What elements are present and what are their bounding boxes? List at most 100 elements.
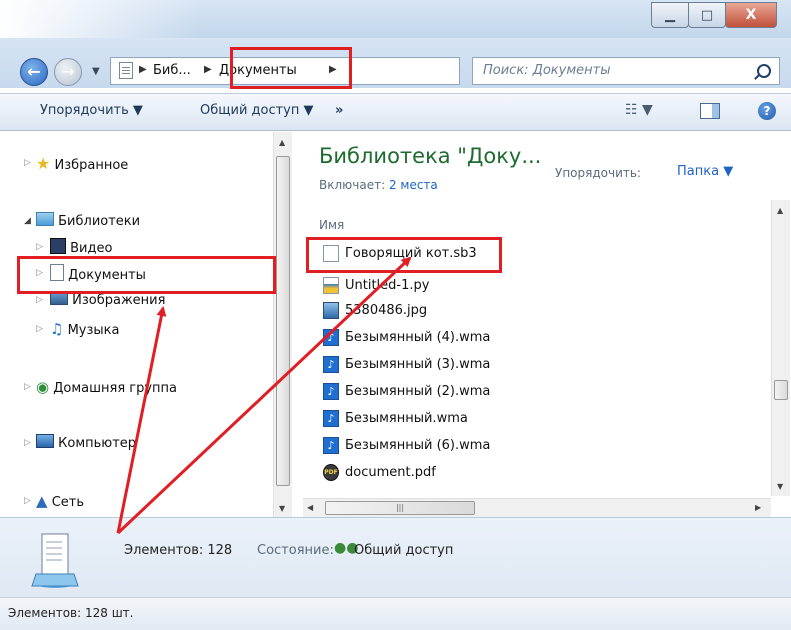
sidebar-item-label: Компьютер [58, 436, 137, 451]
includes-label: Включает: [319, 178, 389, 192]
file-name: Untitled-1.py [345, 278, 430, 293]
preview-pane-icon[interactable] [700, 103, 720, 119]
forward-button[interactable]: → [54, 58, 82, 86]
expand-arrow-icon[interactable]: ▷ [36, 324, 43, 334]
more-commands-button[interactable]: » [335, 103, 343, 118]
scroll-thumb[interactable] [774, 380, 788, 400]
documents-icon [119, 62, 133, 79]
minimize-button[interactable]: ▁ [651, 2, 689, 28]
expand-arrow-icon[interactable]: ▷ [24, 438, 31, 448]
column-header-name[interactable]: Имя [319, 218, 344, 232]
audio-file-icon: ♪ [323, 410, 339, 427]
blank-file-icon [323, 245, 339, 262]
chevron-right-icon[interactable]: ▶ [139, 64, 147, 75]
navigation-scrollbar[interactable]: ▲ ▼ [273, 132, 292, 518]
file-list-vertical-scrollbar[interactable]: ▲ ▼ [771, 200, 790, 496]
file-name: 5380486.jpg [345, 303, 428, 318]
status-text: Элементов: 128 шт. [8, 606, 134, 620]
file-name: Безымянный (3).wma [345, 357, 491, 372]
file-list-pane: Библиотека "Доку... Включает: 2 места Уп… [303, 132, 791, 518]
back-button[interactable]: ← [20, 58, 48, 86]
image-file-icon [323, 302, 339, 319]
sidebar-item-images[interactable]: Изображения [50, 291, 165, 308]
expand-arrow-icon[interactable]: ▷ [36, 268, 43, 278]
sidebar-item-computer[interactable]: Компьютер [36, 434, 136, 451]
audio-file-icon: ♪ [323, 437, 339, 454]
sidebar-item-video[interactable]: Видео [50, 238, 112, 256]
sidebar-item-music[interactable]: ♫ Музыка [50, 320, 120, 338]
breadcrumb-documents[interactable]: Документы [219, 63, 297, 78]
file-name: document.pdf [345, 465, 436, 480]
details-state-label: Состояние: [257, 543, 334, 558]
explorer-window: ▁ □ X ← → ▼ ▶ Биб... ▶ Документы ▶ ▼ ⇄ У… [0, 0, 791, 630]
share-button[interactable]: Общий доступ ▼ [200, 103, 314, 118]
library-title: Библиотека "Доку... [319, 144, 542, 168]
scroll-down-icon[interactable]: ▼ [279, 504, 285, 513]
python-file-icon [323, 277, 339, 294]
libraries-icon [36, 212, 54, 226]
title-bar: ▁ □ X [0, 0, 791, 38]
view-options-icon[interactable]: ☷ ▼ [625, 102, 653, 118]
library-includes: Включает: 2 места [319, 178, 438, 192]
chevron-right-icon[interactable]: ▶ [329, 64, 337, 75]
documents-icon [50, 264, 64, 281]
sidebar-item-label: Домашняя группа [53, 381, 178, 396]
expand-arrow-icon[interactable]: ▷ [24, 382, 31, 392]
music-icon: ♫ [50, 320, 64, 338]
audio-file-icon: ♪ [323, 356, 339, 373]
details-state-value: Общий доступ [354, 543, 454, 558]
file-name: Безымянный (2).wma [345, 384, 491, 399]
scroll-right-icon[interactable]: ▶ [755, 503, 761, 512]
navigation-pane: ▷ ★ Избранное ◢ Библиотеки ▷ Видео ▷ Док… [14, 132, 292, 512]
window-controls: ▁ □ X [651, 2, 777, 28]
chevron-right-icon[interactable]: ▶ [204, 64, 212, 75]
file-name: Безымянный (4).wma [345, 330, 491, 345]
arrange-by-dropdown[interactable]: Папка ▼ [677, 164, 733, 179]
address-bar[interactable]: ▶ Биб... ▶ Документы ▶ ▼ ⇄ [110, 57, 549, 85]
file-name: Говорящий кот.sb3 [345, 246, 477, 261]
audio-file-icon: ♪ [323, 383, 339, 400]
sidebar-item-label: Библиотеки [58, 214, 141, 229]
network-icon: ▲ [36, 492, 48, 510]
documents-library-icon [28, 530, 82, 592]
recent-pages-icon[interactable]: ▼ [92, 66, 100, 77]
file-name: Безымянный.wma [345, 411, 468, 426]
help-icon[interactable]: ? [758, 102, 776, 120]
sidebar-item-libraries[interactable]: Библиотеки [36, 212, 140, 229]
expand-arrow-icon[interactable]: ▷ [24, 158, 31, 168]
expand-arrow-icon[interactable]: ▷ [36, 242, 43, 252]
file-name: Безымянный (6).wma [345, 438, 491, 453]
sidebar-item-network[interactable]: ▲ Сеть [36, 492, 84, 510]
audio-file-icon: ♪ [323, 329, 339, 346]
pdf-file-icon: PDF [323, 464, 339, 481]
homegroup-icon: ◉ [36, 378, 50, 396]
images-icon [50, 291, 68, 305]
details-item-count: Элементов: 128 [124, 543, 233, 558]
details-pane: Элементов: 128 Состояние: ●● Общий досту… [0, 517, 791, 598]
sidebar-item-label: Видео [70, 241, 113, 256]
sidebar-item-favorites[interactable]: ★ Избранное [36, 154, 128, 173]
sidebar-item-label: Изображения [72, 293, 166, 308]
sidebar-item-documents[interactable]: Документы [50, 264, 146, 283]
scroll-left-icon[interactable]: ◀ [307, 503, 313, 512]
breadcrumb-libraries[interactable]: Биб... [153, 63, 191, 78]
search-input[interactable] [481, 62, 745, 79]
search-icon[interactable] [757, 64, 771, 78]
close-button[interactable]: X [725, 2, 777, 28]
sidebar-item-homegroup[interactable]: ◉ Домашняя группа [36, 378, 177, 396]
organize-button[interactable]: Упорядочить ▼ [40, 103, 143, 118]
includes-link[interactable]: 2 места [389, 178, 438, 192]
scroll-thumb[interactable]: ||| [325, 501, 475, 515]
file-list-horizontal-scrollbar[interactable]: ◀ ||| ▶ [303, 498, 771, 517]
video-icon [50, 238, 66, 254]
collapse-arrow-icon[interactable]: ◢ [24, 216, 31, 226]
scroll-up-icon[interactable]: ▲ [279, 138, 285, 147]
expand-arrow-icon[interactable]: ▷ [24, 496, 31, 506]
search-box[interactable] [472, 57, 780, 85]
command-bar: Упорядочить ▼ Общий доступ ▼ » ☷ ▼ ? [0, 93, 791, 131]
scroll-up-icon[interactable]: ▲ [777, 206, 783, 215]
expand-arrow-icon[interactable]: ▷ [36, 295, 43, 305]
scroll-down-icon[interactable]: ▼ [777, 482, 783, 491]
maximize-button[interactable]: □ [688, 2, 726, 28]
scroll-thumb[interactable] [276, 156, 290, 486]
